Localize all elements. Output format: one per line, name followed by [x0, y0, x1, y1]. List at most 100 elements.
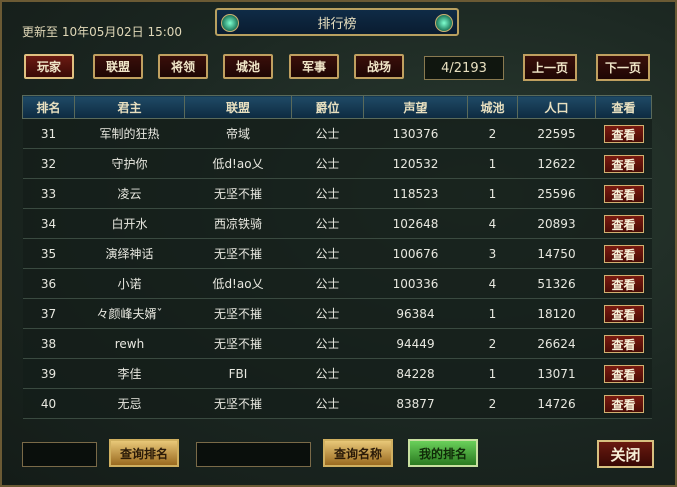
- rank-cell: 33: [22, 178, 75, 209]
- cities-cell: 2: [467, 118, 518, 149]
- title-cell: 公士: [291, 388, 364, 419]
- view-button[interactable]: 查看: [603, 154, 644, 173]
- view-button[interactable]: 查看: [603, 274, 644, 293]
- column-header-alliance: 联盟: [184, 95, 292, 119]
- prestige-cell: 102648: [363, 208, 468, 239]
- gem-ornament-icon: [435, 14, 453, 32]
- title-cell: 公士: [291, 118, 364, 149]
- alliance-cell: FBI: [184, 358, 292, 389]
- cities-cell: 4: [467, 208, 518, 239]
- prestige-cell: 100336: [363, 268, 468, 299]
- alliance-cell: 无坚不摧: [184, 178, 292, 209]
- table-row: 32 守护你 低d!ao乂 公士 120532 1 12622 查看: [22, 148, 652, 179]
- page-indicator: 4/2193: [424, 56, 504, 80]
- view-cell: 查看: [595, 268, 652, 299]
- view-cell: 查看: [595, 178, 652, 209]
- rank-search-input[interactable]: [22, 442, 97, 467]
- rank-cell: 36: [22, 268, 75, 299]
- column-header-rank: 排名: [22, 95, 75, 119]
- view-cell: 查看: [595, 148, 652, 179]
- lord-cell: 演绎神话: [74, 238, 185, 269]
- population-cell: 13071: [517, 358, 596, 389]
- population-cell: 14750: [517, 238, 596, 269]
- view-button[interactable]: 查看: [603, 214, 644, 233]
- rank-cell: 31: [22, 118, 75, 149]
- next-page-button[interactable]: 下一页: [596, 54, 650, 81]
- lord-cell: 凌云: [74, 178, 185, 209]
- view-button[interactable]: 查看: [603, 364, 644, 383]
- view-cell: 查看: [595, 298, 652, 329]
- cities-cell: 4: [467, 268, 518, 299]
- cities-cell: 1: [467, 148, 518, 179]
- lord-cell: 无忌: [74, 388, 185, 419]
- table-row: 31 军制的狂热 帝域 公士 130376 2 22595 查看: [22, 118, 652, 149]
- ranking-window: 排行榜 更新至 10年05月02日 15:00 玩家 联盟 将领 城池 军事 战…: [0, 0, 677, 487]
- search-rank-button[interactable]: 查询排名: [109, 439, 179, 467]
- lord-cell: 小诺: [74, 268, 185, 299]
- alliance-cell: 无坚不摧: [184, 298, 292, 329]
- title-cell: 公士: [291, 238, 364, 269]
- prestige-cell: 83877: [363, 388, 468, 419]
- title-cell: 公士: [291, 358, 364, 389]
- tab-generals[interactable]: 将领: [158, 54, 208, 79]
- prestige-cell: 84228: [363, 358, 468, 389]
- view-button[interactable]: 查看: [603, 304, 644, 323]
- title-cell: 公士: [291, 178, 364, 209]
- title-cell: 公士: [291, 268, 364, 299]
- view-cell: 查看: [595, 328, 652, 359]
- tab-cities[interactable]: 城池: [223, 54, 273, 79]
- prestige-cell: 130376: [363, 118, 468, 149]
- table-row: 37 々颜峰夫婿ˇ 无坚不摧 公士 96384 1 18120 查看: [22, 298, 652, 329]
- view-button[interactable]: 查看: [603, 394, 644, 413]
- view-button[interactable]: 查看: [603, 124, 644, 143]
- alliance-cell: 无坚不摧: [184, 388, 292, 419]
- column-header-view: 查看: [595, 95, 652, 119]
- alliance-cell: 西凉铁骑: [184, 208, 292, 239]
- table-row: 40 无忌 无坚不摧 公士 83877 2 14726 查看: [22, 388, 652, 419]
- alliance-cell: 低d!ao乂: [184, 268, 292, 299]
- title-bar: 排行榜: [215, 8, 459, 36]
- alliance-cell: 无坚不摧: [184, 238, 292, 269]
- tab-alliances[interactable]: 联盟: [93, 54, 143, 79]
- alliance-cell: 低d!ao乂: [184, 148, 292, 179]
- column-header-population: 人口: [517, 95, 596, 119]
- rank-cell: 39: [22, 358, 75, 389]
- title-cell: 公士: [291, 328, 364, 359]
- population-cell: 25596: [517, 178, 596, 209]
- column-header-cities: 城池: [467, 95, 518, 119]
- lord-cell: 守护你: [74, 148, 185, 179]
- cities-cell: 1: [467, 178, 518, 209]
- lord-cell: 李佳: [74, 358, 185, 389]
- prev-page-button[interactable]: 上一页: [523, 54, 577, 81]
- my-rank-button[interactable]: 我的排名: [408, 439, 478, 467]
- rank-cell: 35: [22, 238, 75, 269]
- tab-battlefield[interactable]: 战场: [354, 54, 404, 79]
- column-header-title: 爵位: [291, 95, 364, 119]
- close-button[interactable]: 关闭: [597, 440, 654, 468]
- population-cell: 51326: [517, 268, 596, 299]
- table-row: 35 演绎神话 无坚不摧 公士 100676 3 14750 查看: [22, 238, 652, 269]
- view-cell: 查看: [595, 358, 652, 389]
- table-header-row: 排名 君主 联盟 爵位 声望 城池 人口 查看: [22, 95, 652, 119]
- population-cell: 12622: [517, 148, 596, 179]
- title-cell: 公士: [291, 148, 364, 179]
- cities-cell: 1: [467, 358, 518, 389]
- tab-military[interactable]: 军事: [289, 54, 339, 79]
- search-name-button[interactable]: 查询名称: [323, 439, 393, 467]
- view-button[interactable]: 查看: [603, 244, 644, 263]
- prestige-cell: 118523: [363, 178, 468, 209]
- population-cell: 26624: [517, 328, 596, 359]
- population-cell: 14726: [517, 388, 596, 419]
- gem-ornament-icon: [221, 14, 239, 32]
- view-button[interactable]: 查看: [603, 334, 644, 353]
- prestige-cell: 96384: [363, 298, 468, 329]
- lord-cell: 白开水: [74, 208, 185, 239]
- lord-cell: 军制的狂热: [74, 118, 185, 149]
- name-search-input[interactable]: [196, 442, 311, 467]
- view-cell: 查看: [595, 388, 652, 419]
- view-button[interactable]: 查看: [603, 184, 644, 203]
- prestige-cell: 94449: [363, 328, 468, 359]
- lord-cell: rewh: [74, 328, 185, 359]
- update-time-text: 更新至 10年05月02日 15:00: [22, 25, 183, 39]
- tab-players[interactable]: 玩家: [24, 54, 74, 79]
